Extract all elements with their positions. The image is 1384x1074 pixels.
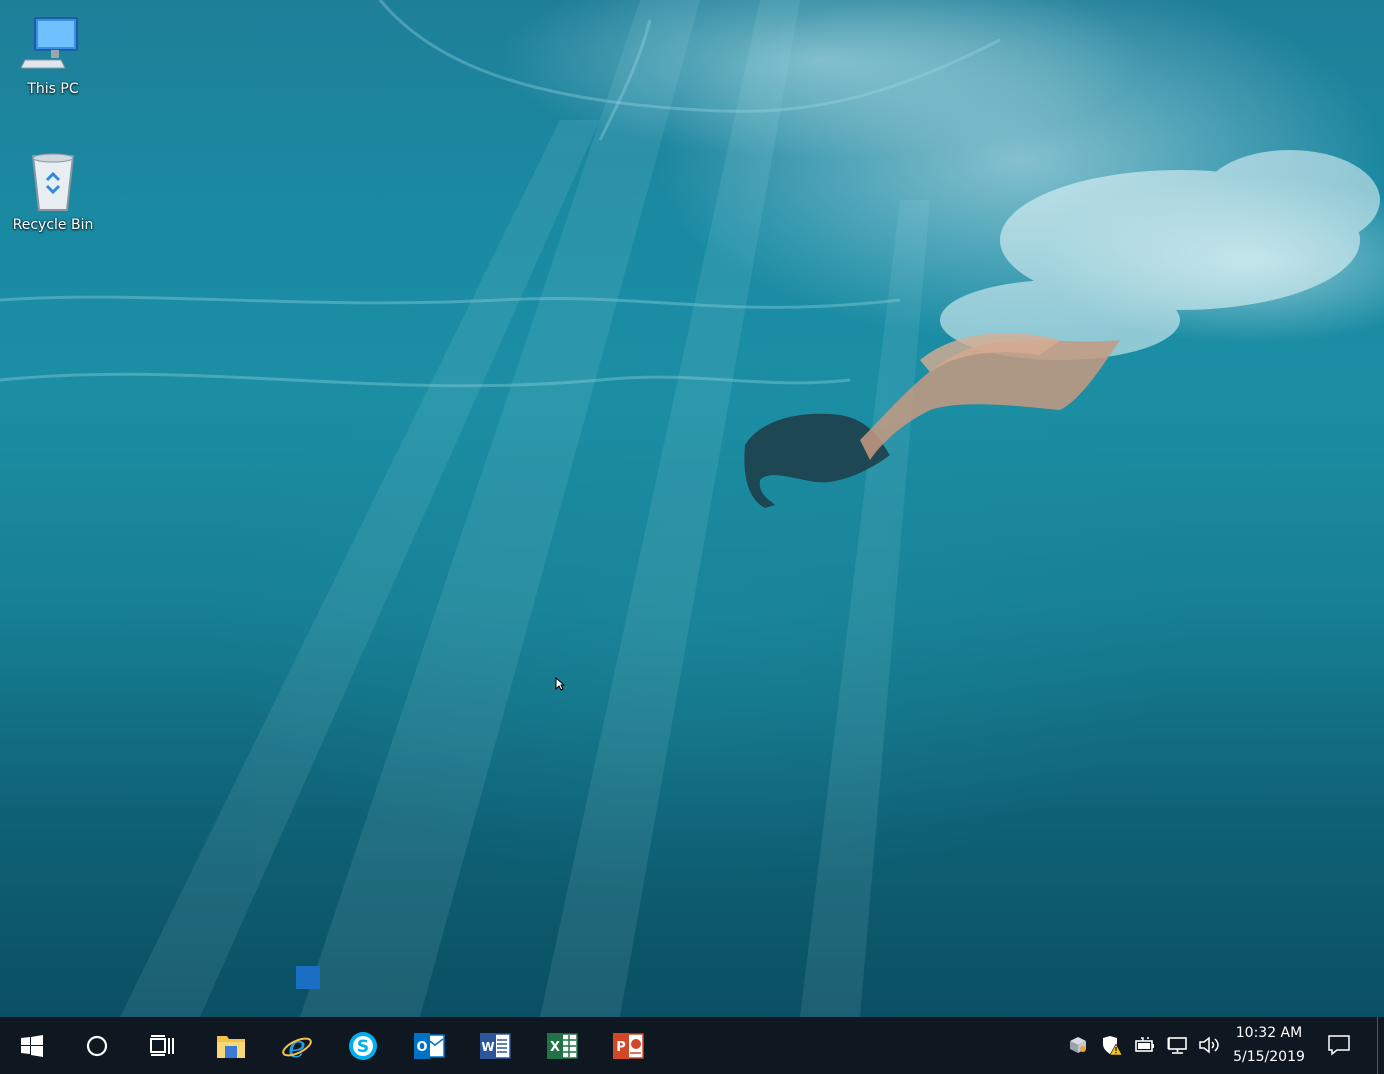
show-desktop-button[interactable]	[1377, 1017, 1384, 1074]
outlook-icon: O	[414, 1032, 445, 1059]
windows-logo-icon	[21, 1034, 43, 1057]
task-view-button[interactable]	[134, 1017, 190, 1074]
action-center-button[interactable]	[1327, 1033, 1351, 1057]
desktop-screen: This PC Recycle Bin e S O W X P 10:32 AM…	[0, 0, 1384, 1074]
tray-volume[interactable]	[1198, 1033, 1222, 1057]
folder-icon	[217, 1035, 245, 1058]
recycle-bin-icon	[21, 150, 85, 214]
recycle-bin-label: Recycle Bin	[12, 217, 94, 233]
svg-text:X: X	[550, 1040, 560, 1055]
svg-text:S: S	[357, 1037, 369, 1057]
package-icon	[1070, 1037, 1086, 1053]
taskbar: e S O W X P 10:32 AM 5/15/2019	[0, 1017, 1384, 1074]
internet-explorer-icon: e	[282, 1030, 312, 1062]
task-view-icon	[150, 1034, 174, 1056]
desktop-icon-recycle-bin[interactable]: Recycle Bin	[7, 150, 99, 234]
excel-icon: X	[547, 1032, 578, 1059]
taskbar-outlook[interactable]: O	[401, 1017, 457, 1074]
start-button[interactable]	[4, 1017, 60, 1074]
svg-text:P: P	[616, 1040, 626, 1055]
desktop-blue-square	[296, 966, 320, 989]
mouse-cursor-icon	[555, 677, 565, 691]
swimmer-figure	[744, 332, 1120, 508]
this-pc-icon	[20, 14, 85, 78]
skype-icon: S	[349, 1031, 377, 1060]
search-button[interactable]	[69, 1017, 125, 1074]
taskbar-word[interactable]: W	[467, 1017, 523, 1074]
powerpoint-icon: P	[613, 1032, 644, 1059]
this-pc-label: This PC	[27, 81, 79, 97]
taskbar-file-explorer[interactable]	[203, 1017, 259, 1074]
taskbar-skype[interactable]: S	[335, 1017, 391, 1074]
tray-network[interactable]	[1166, 1033, 1190, 1057]
word-icon: W	[480, 1032, 511, 1059]
desktop-wallpaper[interactable]	[0, 0, 1384, 1017]
action-center-icon	[1328, 1035, 1350, 1056]
clock-date: 5/15/2019	[1233, 1049, 1305, 1065]
svg-text:O: O	[416, 1040, 427, 1055]
svg-text:e: e	[288, 1030, 306, 1062]
speaker-icon	[1199, 1036, 1219, 1054]
shield-warning-icon	[1103, 1036, 1123, 1056]
tray-defender[interactable]	[1100, 1033, 1124, 1057]
taskbar-internet-explorer[interactable]: e	[269, 1017, 325, 1074]
taskbar-excel[interactable]: X	[534, 1017, 590, 1074]
tray-package[interactable]	[1066, 1033, 1090, 1057]
svg-text:W: W	[481, 1040, 494, 1054]
battery-icon	[1135, 1037, 1154, 1052]
desktop-icon-this-pc[interactable]: This PC	[7, 14, 99, 98]
taskbar-powerpoint[interactable]: P	[600, 1017, 656, 1074]
wallpaper-art	[0, 0, 1380, 1017]
cortana-circle-icon	[86, 1035, 108, 1056]
network-icon	[1167, 1037, 1187, 1054]
taskbar-clock[interactable]: 10:32 AM 5/15/2019	[1226, 1021, 1312, 1069]
tray-battery[interactable]	[1133, 1033, 1157, 1057]
clock-time: 10:32 AM	[1235, 1025, 1303, 1041]
